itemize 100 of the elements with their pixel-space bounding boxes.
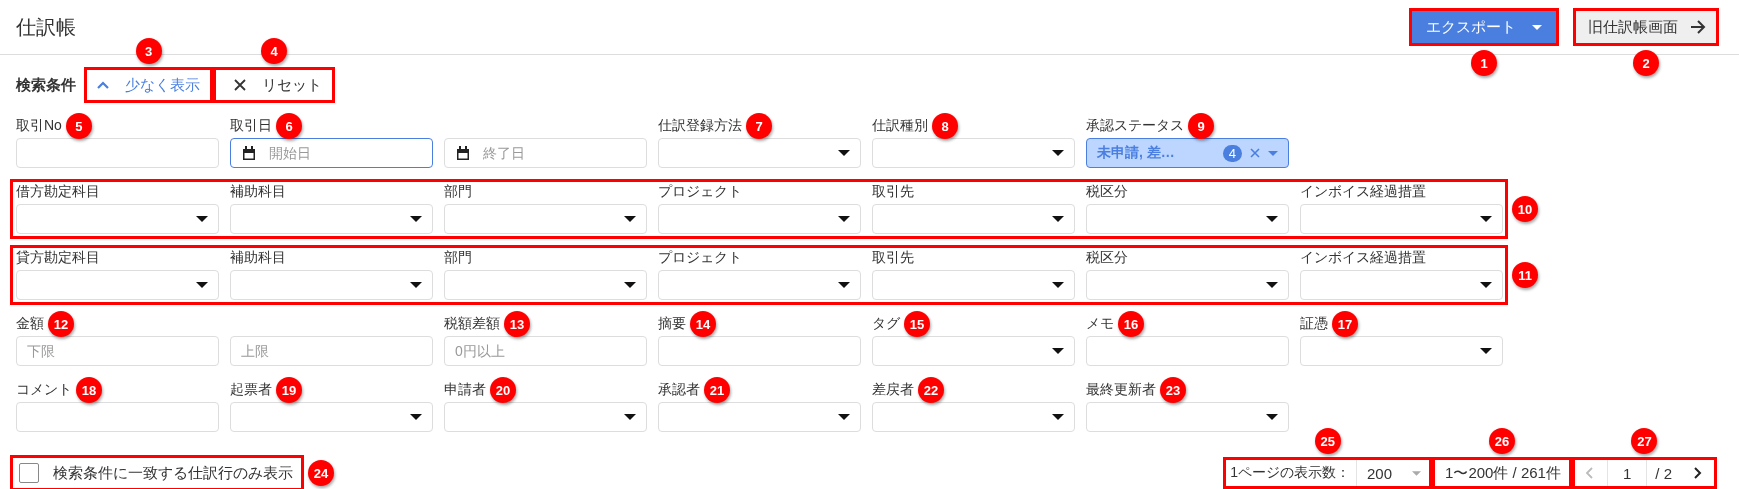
select-field[interactable] [872,138,1075,168]
field-label: 税区分 [1086,183,1128,201]
caret-icon [1480,348,1492,354]
select-field[interactable] [658,138,861,168]
caret-icon [838,282,850,288]
field-label: プロジェクト [658,249,742,267]
field-label: 取引先 [872,249,914,267]
caret-icon [1052,150,1064,156]
page-number-field[interactable]: 1 [1606,460,1648,486]
marker-badge: 17 [1332,311,1358,337]
select-field[interactable] [444,204,647,234]
text-field[interactable] [16,138,219,168]
select-field[interactable] [444,402,647,432]
field-label: 部門 [444,249,472,267]
field-label: プロジェクト [658,183,742,201]
marker-badge: 12 [48,311,74,337]
date-field[interactable]: 開始日 [230,138,433,168]
caret-icon [410,282,422,288]
field-label: 取引日 [230,117,272,135]
select-field[interactable] [872,204,1075,234]
marker-badge: 6 [276,113,302,139]
calendar-icon [456,145,470,161]
count-badge: 4 [1222,144,1242,162]
caret-icon [1268,150,1278,156]
page-total: / 2 [1654,464,1673,482]
select-field[interactable] [1086,402,1289,432]
select-field[interactable] [1300,270,1503,300]
text-field[interactable] [658,336,861,366]
caret-icon [1266,282,1278,288]
text-field[interactable] [16,402,219,432]
caret-icon [624,216,636,222]
field-label: 差戻者 [872,381,914,399]
calendar-icon [242,145,256,161]
close-icon [234,79,246,91]
select-field[interactable] [872,270,1075,300]
select-field[interactable] [658,270,861,300]
caret-icon [624,414,636,420]
field-label: メモ [1086,315,1114,333]
field-label: 最終更新者 [1086,381,1156,399]
select-field[interactable] [230,270,433,300]
select-field[interactable] [16,270,219,300]
marker-badge: 7 [746,113,772,139]
export-button[interactable]: エクスポート [1409,8,1559,46]
reset-button[interactable]: リセット [213,67,335,103]
marker-badge: 25 [1314,428,1341,454]
select-field[interactable] [230,204,433,234]
caret-icon [1052,282,1064,288]
caret-icon [838,150,850,156]
marker-badge: 22 [918,377,944,403]
select-field[interactable] [872,336,1075,366]
marker-badge: 11 [1512,262,1538,288]
caret-icon [410,216,422,222]
old-screen-button[interactable]: 旧仕訳帳画面 [1573,8,1719,46]
field-label: 貸方勘定科目 [16,249,100,267]
select-field[interactable] [872,402,1075,432]
caret-icon [1266,216,1278,222]
field-label: 部門 [444,183,472,201]
field-label: 税区分 [1086,249,1128,267]
field-label: 金額 [16,315,44,333]
field-label: 証憑 [1300,315,1328,333]
field-label: 起票者 [230,381,272,399]
field-label: 摘要 [658,315,686,333]
caret-icon [624,282,636,288]
field-label: 承認ステータス [1086,117,1184,135]
per-page-select[interactable]: 200 [1356,460,1430,486]
text-field[interactable]: 上限 [230,336,433,366]
checkbox-option[interactable]: 検索条件に一致する仕訳行のみ表示 [10,455,304,489]
marker-badge: 14 [690,311,716,337]
marker-badge: 24 [308,460,334,486]
marker-badge: 9 [1188,113,1214,139]
caret-icon [196,282,208,288]
field-label: 申請者 [444,381,486,399]
select-field[interactable]: 未申請, 差… 4 [1086,138,1289,168]
select-field[interactable] [658,402,861,432]
select-field[interactable] [16,204,219,234]
field-label: 税額差額 [444,315,500,333]
caret-icon [410,414,422,420]
select-field[interactable] [1086,270,1289,300]
marker-badge: 19 [276,377,302,403]
select-field[interactable] [230,402,433,432]
select-field[interactable] [658,204,861,234]
chevron-left-icon [1584,467,1593,479]
marker-badge: 4 [261,38,287,64]
caret-icon [1532,24,1542,30]
select-field[interactable] [1300,336,1503,366]
text-field[interactable]: 下限 [16,336,219,366]
text-field[interactable]: 0円以上 [444,336,647,366]
checkbox[interactable] [19,463,39,483]
show-less-button[interactable]: 少なく表示 [84,67,213,103]
marker-badge: 23 [1160,377,1186,403]
field-label: 取引No [16,117,62,135]
section-heading: 検索条件 [16,75,76,95]
select-field[interactable] [1300,204,1503,234]
text-field[interactable] [1086,336,1289,366]
select-field[interactable] [444,270,647,300]
clear-icon[interactable] [1250,148,1260,158]
chevron-right-icon [1694,467,1702,479]
caret-icon [1052,216,1064,222]
select-field[interactable] [1086,204,1289,234]
marker-badge: 16 [1118,311,1144,337]
